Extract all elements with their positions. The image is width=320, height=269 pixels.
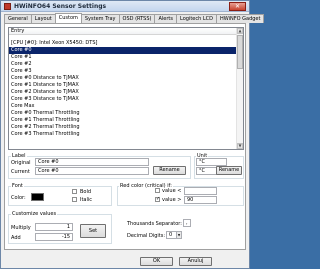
window-title: HWiNFO64 Sensor Settings xyxy=(14,3,107,10)
unit-original-field: °C xyxy=(196,158,227,166)
chevron-down-icon[interactable]: ▼ xyxy=(176,232,181,238)
hwinfo-app-icon xyxy=(4,3,11,10)
thousands-separator-label: Thousands Separator: xyxy=(127,221,182,227)
add-label: Add xyxy=(11,235,21,241)
list-item[interactable]: Core #2 Thermal Throttling xyxy=(9,124,237,131)
font-color-swatch[interactable] xyxy=(31,193,44,201)
sensor-entry-list[interactable]: Entry [CPU [#0]: Intel Xeon X5450: DTS] … xyxy=(8,27,244,150)
tab-osd-rtss[interactable]: OSD (RTSS) xyxy=(118,14,156,23)
italic-checkbox[interactable] xyxy=(72,197,77,202)
tab-strip: General Layout Custom System Tray OSD (R… xyxy=(4,13,265,23)
tab-custom[interactable]: Custom xyxy=(54,13,82,23)
label-group-title: Label xyxy=(11,153,27,159)
font-color-label: Color: xyxy=(11,195,26,201)
tab-hwinfo-gadget[interactable]: HWiNFO Gadget xyxy=(216,14,265,23)
list-item[interactable]: Core #3 xyxy=(9,68,237,75)
scroll-thumb[interactable] xyxy=(237,35,243,69)
multiply-label: Multiply xyxy=(11,225,31,231)
list-column-header[interactable]: Entry xyxy=(9,28,237,35)
multiply-input[interactable]: 1 xyxy=(35,223,73,231)
rename-unit-button[interactable]: Rename xyxy=(216,166,242,175)
list-item-selected[interactable]: Core #0 xyxy=(9,47,237,54)
title-bar: HWiNFO64 Sensor Settings ✕ xyxy=(1,1,249,12)
italic-label: Italic xyxy=(80,197,93,203)
tab-system-tray[interactable]: System Tray xyxy=(80,14,120,23)
list-item[interactable]: Core #1 xyxy=(9,54,237,61)
close-button[interactable]: ✕ xyxy=(229,2,246,11)
set-button[interactable]: Set xyxy=(80,224,106,238)
current-label-input[interactable]: Core #0 xyxy=(35,167,149,175)
ok-button[interactable]: OK xyxy=(140,257,173,266)
value-less-label: value < xyxy=(162,188,182,194)
decimal-digits-value: 0 xyxy=(169,232,173,238)
decimal-digits-label: Decimal Digits: xyxy=(127,233,166,239)
tab-alerts[interactable]: Alerts xyxy=(154,14,177,23)
list-item[interactable]: Core #1 Thermal Throttling xyxy=(9,117,237,124)
cancel-button[interactable]: Anuluj xyxy=(179,257,212,266)
scroll-up-arrow-icon[interactable]: ▲ xyxy=(237,28,243,34)
list-scrollbar[interactable]: ▲ ▼ xyxy=(236,28,243,149)
list-item[interactable]: Core #0 Distance to TjMAX xyxy=(9,75,237,82)
bold-label: Bold xyxy=(80,189,92,195)
customize-values-title: Customize values xyxy=(11,211,58,217)
list-item[interactable]: [CPU [#0]: Intel Xeon X5450: DTS] xyxy=(9,40,237,47)
font-group-title: Font xyxy=(11,183,24,189)
value-greater-input[interactable]: 90 xyxy=(184,196,217,204)
value-less-input[interactable] xyxy=(184,187,217,195)
scroll-down-arrow-icon[interactable]: ▼ xyxy=(237,143,243,149)
tab-layout[interactable]: Layout xyxy=(30,14,56,23)
list-item[interactable]: Core #3 Distance to TjMAX xyxy=(9,96,237,103)
list-item[interactable]: Core #1 Distance to TjMAX xyxy=(9,82,237,89)
add-input[interactable]: -15 xyxy=(35,233,73,241)
rename-label-button[interactable]: Rename xyxy=(153,166,186,175)
list-item[interactable]: Core #2 Distance to TjMAX xyxy=(9,89,237,96)
list-item[interactable]: Core #2 xyxy=(9,61,237,68)
original-label: Original xyxy=(11,160,31,166)
custom-tab-panel: Entry [CPU [#0]: Intel Xeon X5450: DTS] … xyxy=(4,23,246,250)
value-greater-label: value > xyxy=(162,197,182,203)
list-item[interactable]: Core Max xyxy=(9,103,237,110)
list-item[interactable]: Core #3 Thermal Throttling xyxy=(9,131,237,138)
list-rows: [CPU [#0]: Intel Xeon X5450: DTS] Core #… xyxy=(9,40,237,138)
thousands-separator-input[interactable]: , xyxy=(183,219,191,227)
tab-logitech-lcd[interactable]: Logitech LCD xyxy=(176,14,217,23)
decimal-digits-select[interactable]: 0 ▼ xyxy=(166,231,182,239)
sensor-settings-window: HWiNFO64 Sensor Settings ✕ General Layou… xyxy=(0,0,265,269)
original-label-field: Core #0 xyxy=(35,158,149,166)
tab-general[interactable]: General xyxy=(4,14,32,23)
list-item[interactable]: Core #0 Thermal Throttling xyxy=(9,110,237,117)
current-label: Current xyxy=(11,169,30,175)
value-less-checkbox[interactable] xyxy=(155,188,160,193)
bold-checkbox[interactable] xyxy=(72,189,77,194)
value-greater-checkbox[interactable]: ✓ xyxy=(155,197,160,202)
